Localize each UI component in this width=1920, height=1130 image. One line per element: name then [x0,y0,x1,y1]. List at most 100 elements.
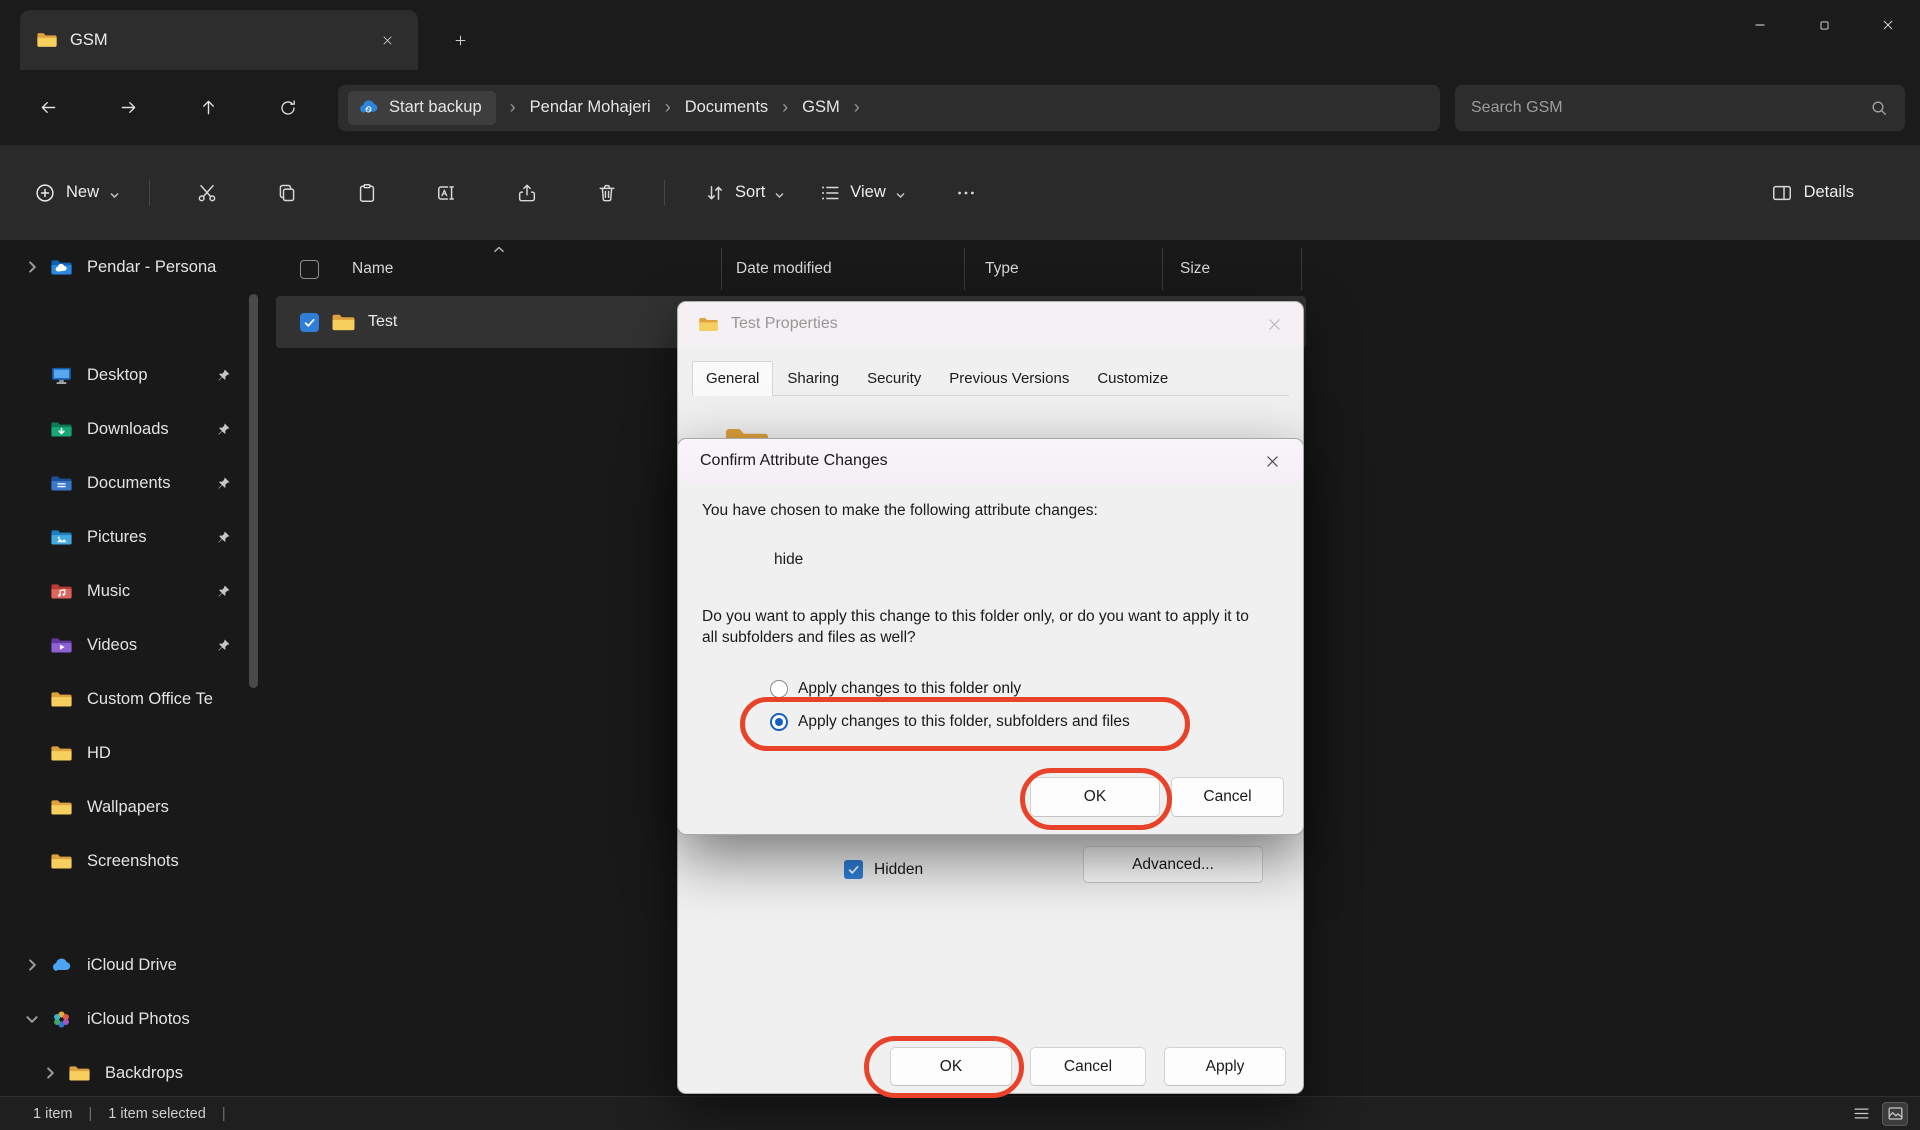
chevron-right-icon[interactable] [42,1065,58,1081]
sidebar-item-wallpapers[interactable]: Wallpapers [0,780,267,834]
documents-icon [50,472,73,495]
sidebar-item-desktop[interactable]: Desktop [0,348,267,402]
chevron-down-icon [109,187,120,198]
maximize-button[interactable] [1792,0,1856,50]
select-all-checkbox[interactable] [300,260,319,279]
sidebar-item-pendar-persona[interactable]: Pendar - Persona [0,240,267,294]
pin-icon [216,530,231,545]
radio-unselected-icon[interactable] [770,680,788,698]
column-header-size[interactable]: Size [1162,248,1302,290]
sort-button[interactable]: Sort [692,171,797,215]
details-label: Details [1804,183,1854,202]
properties-tab-previous-versions[interactable]: Previous Versions [935,361,1083,396]
properties-tab-sharing[interactable]: Sharing [773,361,853,396]
search-input[interactable] [1471,99,1869,117]
sidebar-item-label: Desktop [87,366,216,385]
breadcrumb-chevron-icon[interactable]: › [840,97,874,118]
search-box[interactable] [1455,85,1905,131]
close-icon[interactable] [1264,453,1281,470]
confirm-ok-button[interactable]: OK [1030,777,1160,817]
close-button[interactable] [1856,0,1920,50]
sidebar-item-screenshots[interactable]: Screenshots [0,834,267,888]
paste-icon [356,182,378,204]
sort-ascending-icon [492,241,505,250]
close-icon[interactable] [1266,316,1283,333]
sidebar-item-icloud-drive[interactable]: iCloud Drive [0,938,267,992]
properties-tab-security[interactable]: Security [853,361,935,396]
details-view-toggle[interactable] [1848,1102,1874,1126]
sidebar-item-music[interactable]: Music [0,564,267,618]
hidden-checkbox[interactable] [844,860,863,879]
new-button[interactable]: New [22,171,132,215]
details-pane-icon [1771,182,1793,204]
chevron-spacer [24,583,40,599]
cut-button[interactable] [183,171,231,215]
chevron-right-icon[interactable] [24,957,40,973]
sidebar-item-label: iCloud Drive [87,956,267,975]
radio-option-apply-changes-to-this-folder-subfolders-and-files[interactable]: Apply changes to this folder, subfolders… [770,712,1130,732]
details-button[interactable]: Details [1771,182,1854,204]
address-bar[interactable]: Start backup›Pendar Mohajeri›Documents›G… [338,85,1440,131]
properties-tab-general[interactable]: General [692,361,773,396]
chevron-down-icon[interactable] [24,1011,40,1027]
forward-button[interactable] [105,85,151,131]
confirm-cancel-button[interactable]: Cancel [1171,777,1284,817]
sidebar-item-label: Music [87,582,216,601]
chevron-right-icon[interactable] [24,259,40,275]
column-header-date-modified[interactable]: Date modified [721,248,964,290]
sidebar-scrollbar[interactable] [249,294,258,688]
breadcrumb-pendar-mohajeri[interactable]: Pendar Mohajeri [530,98,651,117]
advanced-button[interactable]: Advanced... [1083,846,1263,883]
sort-icon [704,182,726,204]
properties-apply-button[interactable]: Apply [1164,1047,1286,1086]
tab-title: GSM [70,31,360,50]
share-icon [516,182,538,204]
rename-button[interactable] [423,171,471,215]
breadcrumb-chevron-icon[interactable]: › [651,97,685,118]
folder-icon [36,29,58,51]
sidebar-item-videos[interactable]: Videos [0,618,267,672]
radio-option-apply-changes-to-this-folder-only[interactable]: Apply changes to this folder only [770,679,1130,699]
properties-tab-customize[interactable]: Customize [1083,361,1182,396]
dialog-title: Confirm Attribute Changes [700,452,1264,470]
more-options-button[interactable] [942,171,990,215]
status-divider: | [222,1106,226,1122]
sidebar-item-backdrops[interactable]: Backdrops [0,1046,267,1096]
refresh-button[interactable] [265,85,311,131]
copy-button[interactable] [263,171,311,215]
tab-close-icon[interactable] [372,25,402,55]
delete-button[interactable] [583,171,631,215]
breadcrumb-documents[interactable]: Documents [685,98,768,117]
sidebar-item-hd[interactable]: HD [0,726,267,780]
properties-ok-button[interactable]: OK [890,1047,1012,1086]
column-header-type[interactable]: Type [964,248,1162,290]
breadcrumb-chevron-icon[interactable]: › [496,97,530,118]
row-checkbox[interactable] [300,313,319,332]
explorer-tab-gsm[interactable]: GSM [20,10,418,70]
dialog-title-bar[interactable]: Test Properties [678,302,1303,346]
sidebar-item-icloud-photos[interactable]: iCloud Photos [0,992,267,1046]
chevron-spacer [24,745,40,761]
properties-cancel-button[interactable]: Cancel [1030,1047,1146,1086]
share-button[interactable] [503,171,551,215]
sidebar-item-pictures[interactable]: Pictures [0,510,267,564]
breadcrumb-start-backup[interactable]: Start backup [348,91,496,125]
back-button[interactable] [25,85,71,131]
confirm-attribute-changes-dialog: Confirm Attribute Changes You have chose… [677,438,1304,835]
breadcrumb-gsm[interactable]: GSM [802,98,840,117]
radio-selected-icon[interactable] [770,713,788,731]
minimize-button[interactable] [1728,0,1792,50]
sidebar-item-label: Documents [87,474,216,493]
paste-button[interactable] [343,171,391,215]
new-tab-button[interactable] [442,24,478,56]
sidebar-item-downloads[interactable]: Downloads [0,402,267,456]
view-button[interactable]: View [807,171,917,215]
sidebar-item-custom-office-te[interactable]: Custom Office Te [0,672,267,726]
thumbnail-view-toggle[interactable] [1882,1102,1908,1126]
dialog-title-bar[interactable]: Confirm Attribute Changes [678,439,1303,483]
dialog-title: Test Properties [731,315,1254,333]
sidebar-item-documents[interactable]: Documents [0,456,267,510]
up-button[interactable] [185,85,231,131]
column-header-name[interactable]: Name [276,248,721,290]
breadcrumb-chevron-icon[interactable]: › [768,97,802,118]
